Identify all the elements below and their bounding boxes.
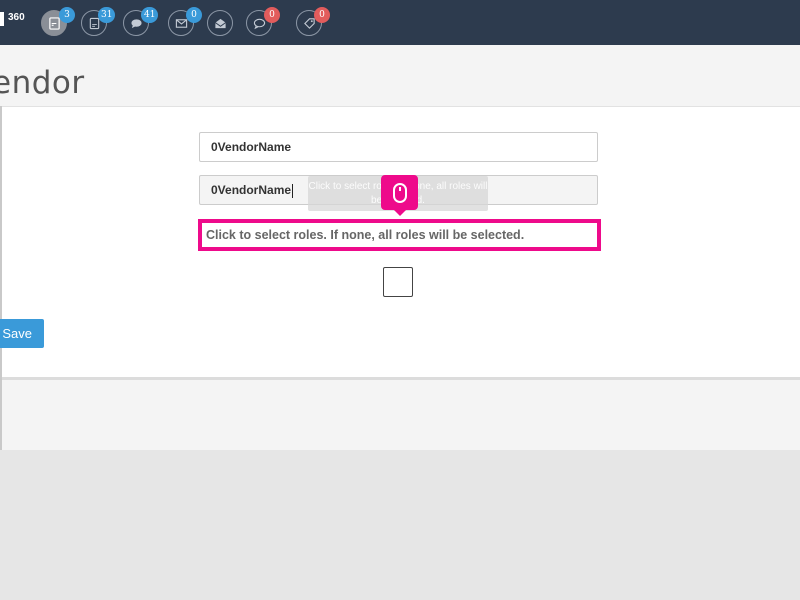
- chat-icon: [130, 18, 142, 28]
- text-caret: [292, 183, 294, 198]
- comment-icon: [253, 18, 265, 29]
- page-title: endor: [0, 65, 85, 101]
- open-mail-icon-button[interactable]: [207, 10, 233, 36]
- logo-text: 360: [8, 12, 25, 23]
- vendor-name-focused-value: 0VendorName: [211, 183, 292, 197]
- comment-icon-button[interactable]: 0: [246, 7, 280, 36]
- mail-badge: 0: [186, 7, 202, 23]
- mouse-click-marker: [381, 175, 418, 216]
- logo-mark: [0, 12, 4, 26]
- mail-icon: [175, 18, 187, 28]
- document-badge: 31: [98, 7, 116, 23]
- roles-hint-text[interactable]: Click to select roles. If none, all role…: [206, 228, 524, 242]
- comment-badge: 0: [264, 7, 280, 23]
- page-header: endor: [0, 45, 800, 106]
- tag-icon: [303, 17, 315, 29]
- roles-selector-highlight[interactable]: Click to select roles. If none, all role…: [198, 219, 601, 251]
- lower-panel: [2, 380, 800, 450]
- mail-icon-button[interactable]: 0: [168, 7, 202, 36]
- chat-badge: 41: [141, 7, 159, 23]
- chat-icon-button[interactable]: 41: [123, 7, 159, 36]
- tag-icon-button[interactable]: 0: [296, 7, 330, 36]
- save-button[interactable]: Save: [0, 319, 44, 348]
- roles-checkbox[interactable]: [383, 267, 413, 297]
- mouse-icon: [392, 182, 407, 203]
- open-mail-icon: [214, 18, 226, 28]
- vendor-name-value: 0VendorName: [211, 140, 292, 154]
- vendor-name-field[interactable]: 0VendorName: [199, 132, 598, 162]
- reports-badge: 3: [59, 7, 75, 23]
- reports-icon: [48, 16, 60, 30]
- top-navbar: 360 3 31 41 0 0 0: [0, 0, 800, 45]
- document-icon-button[interactable]: 31: [81, 7, 116, 36]
- reports-icon-button[interactable]: 3: [41, 7, 75, 36]
- tag-badge: 0: [314, 7, 330, 23]
